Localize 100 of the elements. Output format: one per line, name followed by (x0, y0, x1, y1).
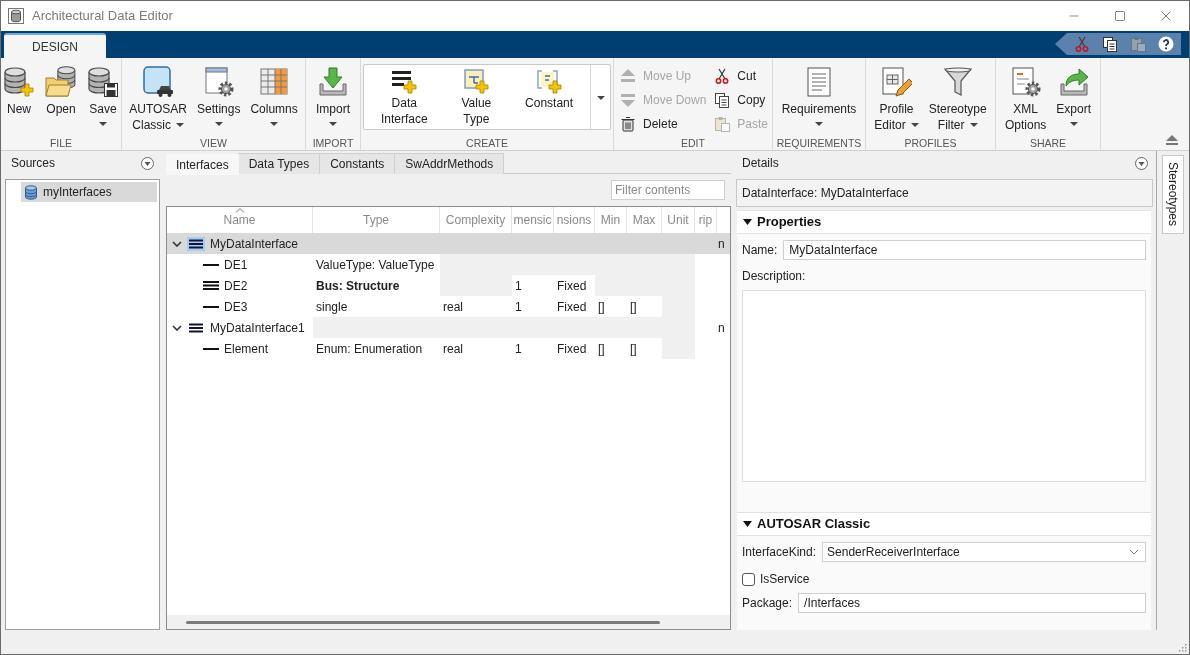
dropdown-field[interactable]: SenderReceiverInterface (822, 542, 1146, 562)
autosar-classic-button[interactable]: AUTOSAR Classic (125, 64, 192, 134)
field-label: Name: (742, 242, 778, 259)
help-icon (1158, 36, 1174, 52)
tree-table-row[interactable]: MyDataInterface n (167, 233, 730, 254)
dash-icon (203, 347, 219, 350)
details-heading: DataInterface: MyDataInterface (742, 185, 909, 202)
cut-button[interactable]: Cut (712, 64, 771, 88)
tab[interactable]: Data Types (237, 153, 321, 174)
group-label: FILE (49, 136, 73, 150)
copy-button[interactable]: Copy (712, 88, 771, 112)
section-header[interactable]: Properties (737, 210, 1151, 234)
table-cell-text: [] (630, 340, 637, 358)
chevron-down-icon[interactable] (172, 240, 182, 247)
text-field[interactable]: MyDataInterface (783, 240, 1146, 260)
copy-icon (714, 92, 731, 108)
table-cell-text: Fixed (557, 277, 587, 295)
collapse-ribbon-button[interactable] (1164, 133, 1180, 147)
tree-table-row[interactable]: DE1 ValueType: ValueType (167, 254, 730, 275)
tab[interactable]: Interfaces (166, 154, 239, 175)
export-button[interactable]: Export (1052, 64, 1095, 134)
field-label: Package: (742, 595, 793, 612)
description-field[interactable] (742, 290, 1146, 482)
tree-item[interactable]: myInterfaces (21, 182, 157, 202)
requirements-button[interactable]: Requirements (777, 64, 861, 127)
table-cell-text: DE3 (224, 298, 248, 316)
table-cell-text: 1 (515, 298, 522, 316)
dash-icon (203, 263, 219, 266)
table-cell-text: single (316, 298, 348, 316)
import-button[interactable]: Import (312, 64, 354, 127)
up-triangle-icon (1165, 134, 1179, 146)
chevron-down-icon[interactable] (172, 324, 182, 331)
table-cell-text: 1 (515, 277, 522, 295)
columns-button[interactable]: Columns (246, 64, 302, 134)
tree-table-row[interactable]: Element Enum: Enumeration real 1 Fixed [] [] (167, 338, 730, 359)
table-cell-text: ValueType: ValueType (316, 256, 435, 274)
table-cell-text: real (443, 298, 463, 316)
open-button[interactable]: Open (41, 64, 81, 127)
save-button[interactable]: Save (83, 64, 123, 127)
table-cell-text: [] (598, 340, 605, 358)
tile-car-icon (142, 66, 175, 98)
down-triangle-icon (620, 92, 636, 108)
stereotype-filter-button[interactable]: Stereotype Filter (924, 64, 991, 134)
table-cell-text: real (443, 340, 463, 358)
trash-icon (620, 116, 636, 132)
section-header[interactable]: AUTOSAR Classic (737, 512, 1151, 536)
resize-grip-icon (1178, 643, 1187, 652)
tree-table-row[interactable]: DE2 Bus: Structure 1 Fixed (167, 275, 730, 296)
settings-button[interactable]: Settings (193, 64, 245, 134)
copy-icon (1102, 36, 1118, 52)
lines-plus-icon (391, 68, 418, 94)
scissors-icon (1074, 36, 1090, 52)
tree-table-row[interactable]: MyDataInterface1 n (167, 317, 730, 338)
folder-database-icon (45, 66, 77, 98)
caret-icon (596, 96, 605, 100)
tab[interactable]: SwAddrMethods (394, 153, 505, 174)
window-title: Architectural Data Editor (32, 7, 173, 26)
group-label: PROFILES (904, 136, 957, 150)
profile-editor-button[interactable]: Profile Editor (870, 64, 923, 134)
list-lines-icon (187, 236, 205, 251)
xml-options-button[interactable]: XML Options (1000, 64, 1051, 134)
document-pencil-icon (880, 66, 913, 98)
group-label: EDIT (681, 136, 705, 150)
tab[interactable]: Constants (319, 153, 396, 174)
tree-table-row[interactable]: DE3 single real 1 Fixed [] [] (167, 296, 730, 317)
group-label: CREATE (466, 136, 508, 150)
checkbox-label: IsService (760, 571, 810, 588)
group-label: REQUIREMENTS (776, 136, 862, 150)
delete-button[interactable]: Delete (618, 112, 709, 136)
clipboard-icon (714, 116, 731, 132)
side-tab[interactable]: Stereotypes (1161, 155, 1184, 234)
constant-button[interactable]: Constant (519, 68, 580, 111)
document-gear-icon (1009, 66, 1042, 98)
table-cell-text: Fixed (557, 298, 587, 316)
table-cell-text: DE2 (224, 277, 248, 295)
filter-field[interactable]: Filter contents (611, 180, 725, 200)
up-triangle-icon (620, 68, 636, 84)
table-cell-text: Enum: Enumeration (316, 340, 423, 358)
funnel-icon (941, 66, 974, 98)
dash-icon (203, 305, 219, 308)
database-disk-icon (87, 66, 119, 98)
clipboard-icon (1130, 36, 1146, 52)
chevron-down-icon (1129, 549, 1139, 555)
table-cell-text: DE1 (224, 256, 248, 274)
tray-arrow-icon (1057, 66, 1090, 98)
tile-plus-icon (463, 68, 490, 94)
panel-title: Sources (11, 155, 56, 172)
database-plus-icon (3, 66, 35, 98)
group-label: SHARE (1029, 136, 1067, 150)
checkbox[interactable] (742, 572, 755, 586)
value-type-button[interactable]: Value Type (455, 68, 498, 127)
table-columns-icon (258, 66, 291, 98)
text-field[interactable]: /Interfaces (798, 593, 1146, 613)
table-cell-text: Fixed (557, 340, 587, 358)
data-interface-button[interactable]: Data Interface (374, 68, 434, 127)
table-cell-text: [] (630, 298, 637, 316)
table-cell-text: MyDataInterface1 (210, 319, 305, 337)
ribbon-tab[interactable]: DESIGN (4, 33, 106, 58)
new-button[interactable]: New (1, 64, 39, 127)
scrollbar-thumb[interactable] (186, 620, 660, 624)
